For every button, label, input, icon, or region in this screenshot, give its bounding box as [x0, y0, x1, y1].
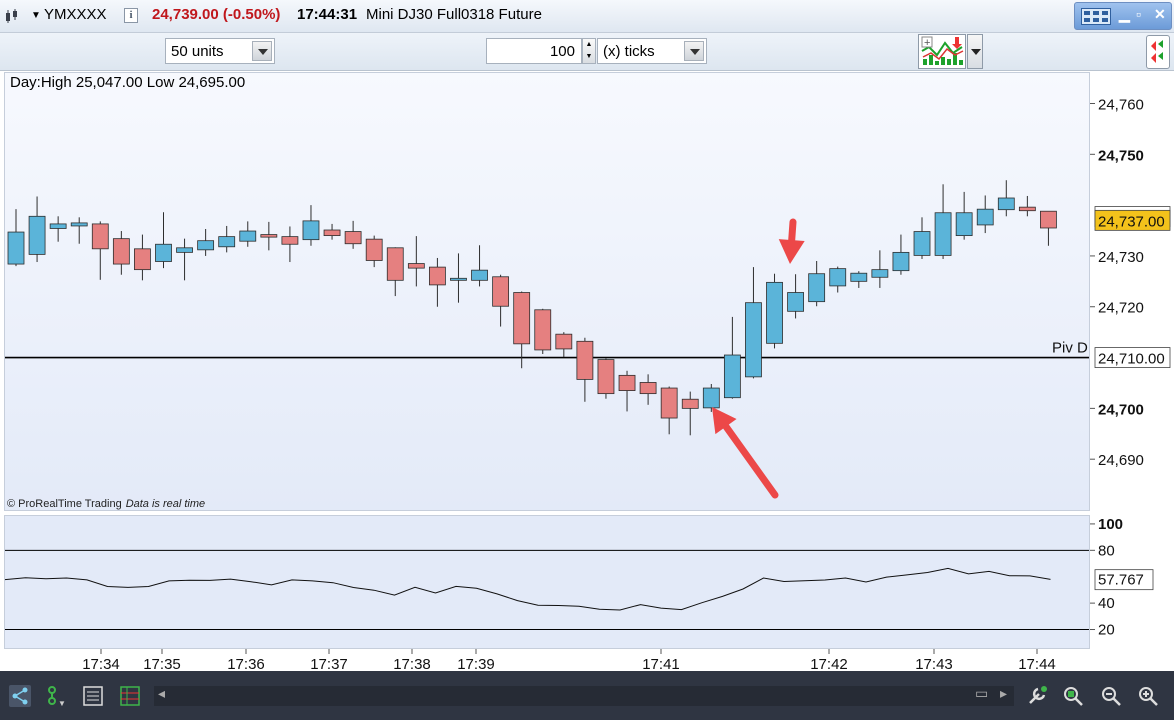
tick-count-input[interactable]: 100 [486, 38, 582, 64]
symbol-dropdown-caret-icon[interactable]: ▼ [31, 10, 41, 21]
drawing-tools-icon[interactable]: ▼ [44, 685, 66, 707]
time-scrollbar[interactable] [154, 686, 1014, 706]
svg-text:+: + [924, 37, 930, 49]
wrench-icon[interactable] [1026, 685, 1048, 707]
zoom-out-icon[interactable] [1100, 685, 1122, 707]
realtime-note: Data is real time [125, 498, 206, 510]
indicator-menu-caret[interactable] [967, 34, 983, 69]
tick-count-spinner[interactable]: ▲ ▼ [582, 38, 596, 64]
oscillator-area[interactable] [4, 515, 1090, 649]
zoom-in-icon[interactable] [1137, 685, 1159, 707]
window-controls: ▁ ▫ ✕ [1074, 2, 1172, 30]
time-axis[interactable] [0, 649, 1174, 671]
day-high-low: Day:High 25,047.00 Low 24,695.00 [10, 74, 246, 91]
oscillator-axis[interactable] [1090, 515, 1174, 649]
price-axis[interactable] [1090, 72, 1174, 511]
chart-toolbar: 50 units 100 ▲ ▼ (x) ticks + [0, 33, 1174, 71]
symbol-name[interactable]: YMXXXX [44, 6, 107, 23]
grid-table-icon[interactable] [119, 685, 141, 707]
credit-text: © ProRealTime Trading [7, 498, 122, 510]
scroll-right-icon[interactable]: ▸ [1000, 685, 1007, 702]
svg-text:▼: ▼ [58, 699, 66, 707]
side-panel-icon [1151, 40, 1163, 63]
share-icon[interactable] [9, 685, 31, 707]
last-price-change: 24,739.00 (-0.50%) [152, 6, 281, 23]
instrument-name: Mini DJ30 Full0318 Future [366, 6, 542, 23]
units-select[interactable]: 50 units [165, 38, 275, 64]
candlestick-icon[interactable] [5, 9, 19, 23]
maximize-icon[interactable]: ▫ [1136, 6, 1141, 22]
tick-unit-select[interactable]: (x) ticks [597, 38, 707, 64]
price-chart-area[interactable] [4, 72, 1090, 511]
zoom-fit-icon[interactable] [1062, 685, 1084, 707]
minimize-icon[interactable]: ▁ [1119, 6, 1130, 23]
close-icon[interactable]: ✕ [1154, 6, 1166, 23]
title-bar: ▼ YMXXXX i 24,739.00 (-0.50%) 17:44:31 M… [0, 0, 1174, 33]
chevron-down-icon[interactable] [684, 41, 704, 61]
window-layout-icon[interactable] [1081, 8, 1111, 25]
indicator-chart-icon: + [921, 36, 964, 65]
clock: 17:44:31 [297, 6, 358, 23]
side-panel-toggle-button[interactable] [1146, 35, 1170, 69]
info-icon[interactable]: i [124, 8, 138, 23]
order-list-icon[interactable] [82, 685, 104, 707]
tick-unit-select-value: (x) ticks [603, 43, 655, 60]
chevron-down-icon[interactable] [252, 41, 272, 61]
scroll-start-icon[interactable]: ▭ [975, 685, 988, 702]
bottom-toolbar: ▼ ◂ ▭ ▸ [0, 671, 1174, 720]
data-credit: © ProRealTime Trading Data is real time [7, 498, 205, 510]
add-indicator-button[interactable]: + [918, 34, 966, 69]
units-select-value: 50 units [171, 43, 224, 60]
scroll-left-icon[interactable]: ◂ [158, 685, 165, 702]
